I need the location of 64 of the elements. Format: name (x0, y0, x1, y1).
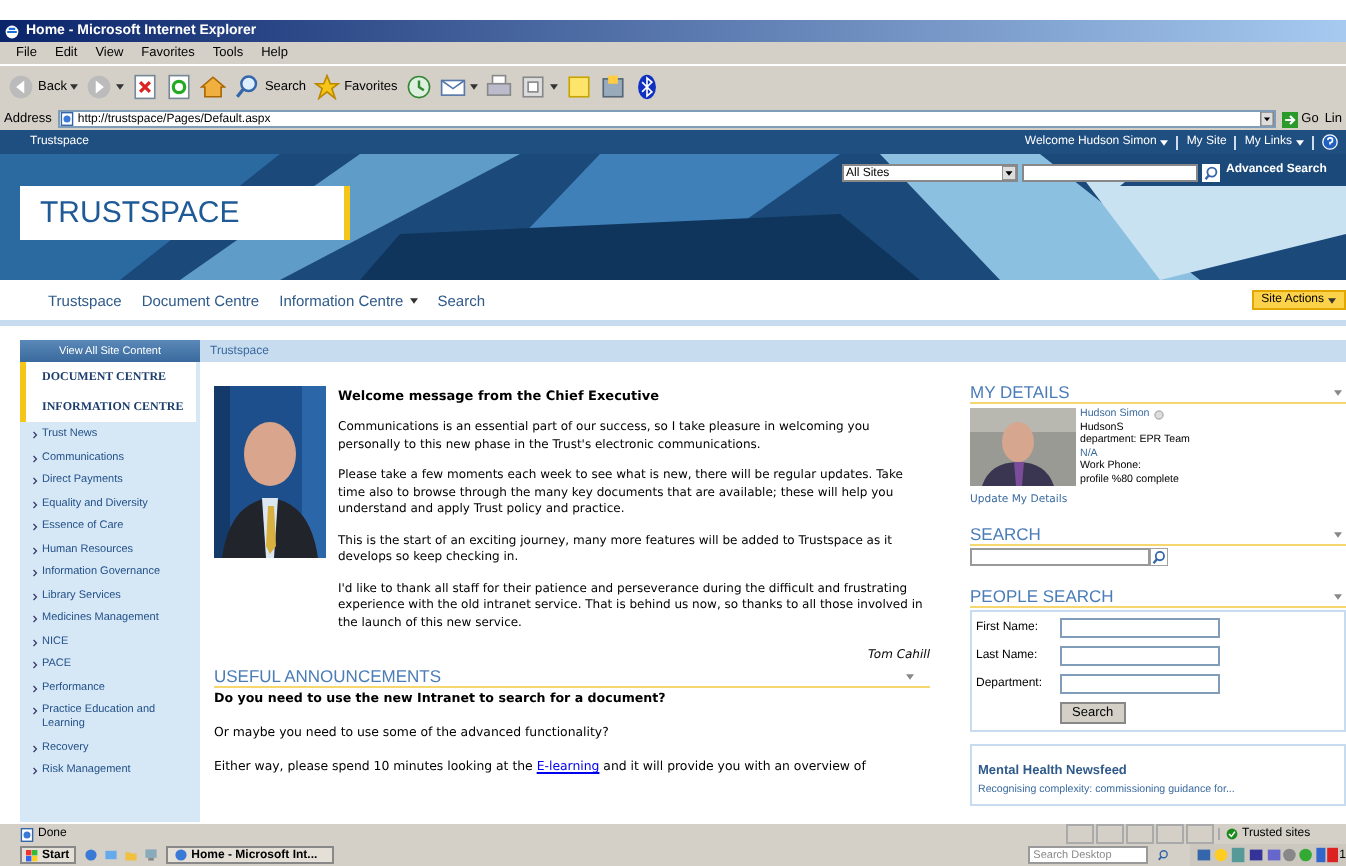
chevron-icon (32, 766, 38, 776)
arrow-icon (1281, 111, 1298, 127)
help-icon[interactable] (1322, 134, 1338, 150)
chevron-icon (32, 522, 38, 532)
input-field[interactable] (1060, 674, 1220, 694)
site-logo: TRUSTSPACE (20, 186, 350, 240)
edit-icon (519, 74, 546, 100)
search-icon[interactable] (1202, 164, 1220, 182)
chevron-icon (32, 706, 38, 716)
browser-icon (173, 848, 188, 862)
browser-icon[interactable] (83, 848, 98, 862)
stop-icon (132, 74, 159, 100)
search-icon (234, 74, 261, 100)
status-pane (1126, 824, 1154, 844)
status-pane (1156, 824, 1184, 844)
input-field[interactable] (1060, 618, 1220, 638)
section-title: SEARCH (970, 524, 1041, 544)
chevron-icon (32, 499, 38, 509)
forward-icon (86, 74, 113, 100)
chevron-icon (32, 743, 38, 753)
bluetooth-icon (633, 74, 660, 100)
browser-icon (4, 23, 20, 39)
caret-icon (1328, 297, 1336, 303)
chevron-icon (32, 568, 38, 578)
toolbar-button[interactable] (132, 71, 159, 103)
caret-icon[interactable] (906, 673, 914, 679)
printer-icon (485, 74, 512, 100)
refresh-icon (166, 74, 193, 100)
chevron-icon (32, 637, 38, 647)
chevron-icon (32, 660, 38, 670)
status-pane (1096, 824, 1124, 844)
search-field[interactable] (1022, 164, 1198, 182)
chevron-icon (32, 614, 38, 624)
chevron-icon (32, 476, 38, 486)
home-icon (200, 74, 227, 100)
input-field[interactable] (1060, 646, 1220, 666)
section-title: MY DETAILS (970, 382, 1070, 402)
chevron-icon (32, 430, 38, 440)
section-title: USEFUL ANNOUNCEMENTS (214, 666, 442, 686)
dropdown-arrow-icon[interactable] (1259, 112, 1274, 126)
search-icon[interactable] (1155, 848, 1170, 862)
status-pane (1066, 824, 1094, 844)
back-icon (8, 74, 34, 100)
search-icon[interactable] (1150, 548, 1168, 566)
chevron-icon (32, 545, 38, 555)
toolbar-button[interactable] (633, 71, 660, 103)
dropdown-arrow-icon (1002, 166, 1016, 180)
chevron-icon (32, 453, 38, 463)
section-title: PEOPLE SEARCH (970, 586, 1114, 606)
history-icon (405, 74, 432, 100)
toolbar-button[interactable] (599, 71, 626, 103)
monitor-icon[interactable] (143, 848, 158, 862)
windows-flag-icon (26, 849, 38, 861)
caret-icon[interactable] (1334, 531, 1342, 537)
status-pane (1186, 824, 1214, 844)
page-icon (59, 112, 74, 126)
note-icon (565, 74, 592, 100)
chevron-icon (32, 591, 38, 601)
star-icon (314, 74, 341, 100)
caret-icon[interactable] (1334, 389, 1342, 395)
presence-icon (1153, 409, 1164, 420)
caret-icon[interactable] (1334, 593, 1342, 599)
chevron-icon (32, 683, 38, 693)
tool-icon (599, 74, 626, 100)
